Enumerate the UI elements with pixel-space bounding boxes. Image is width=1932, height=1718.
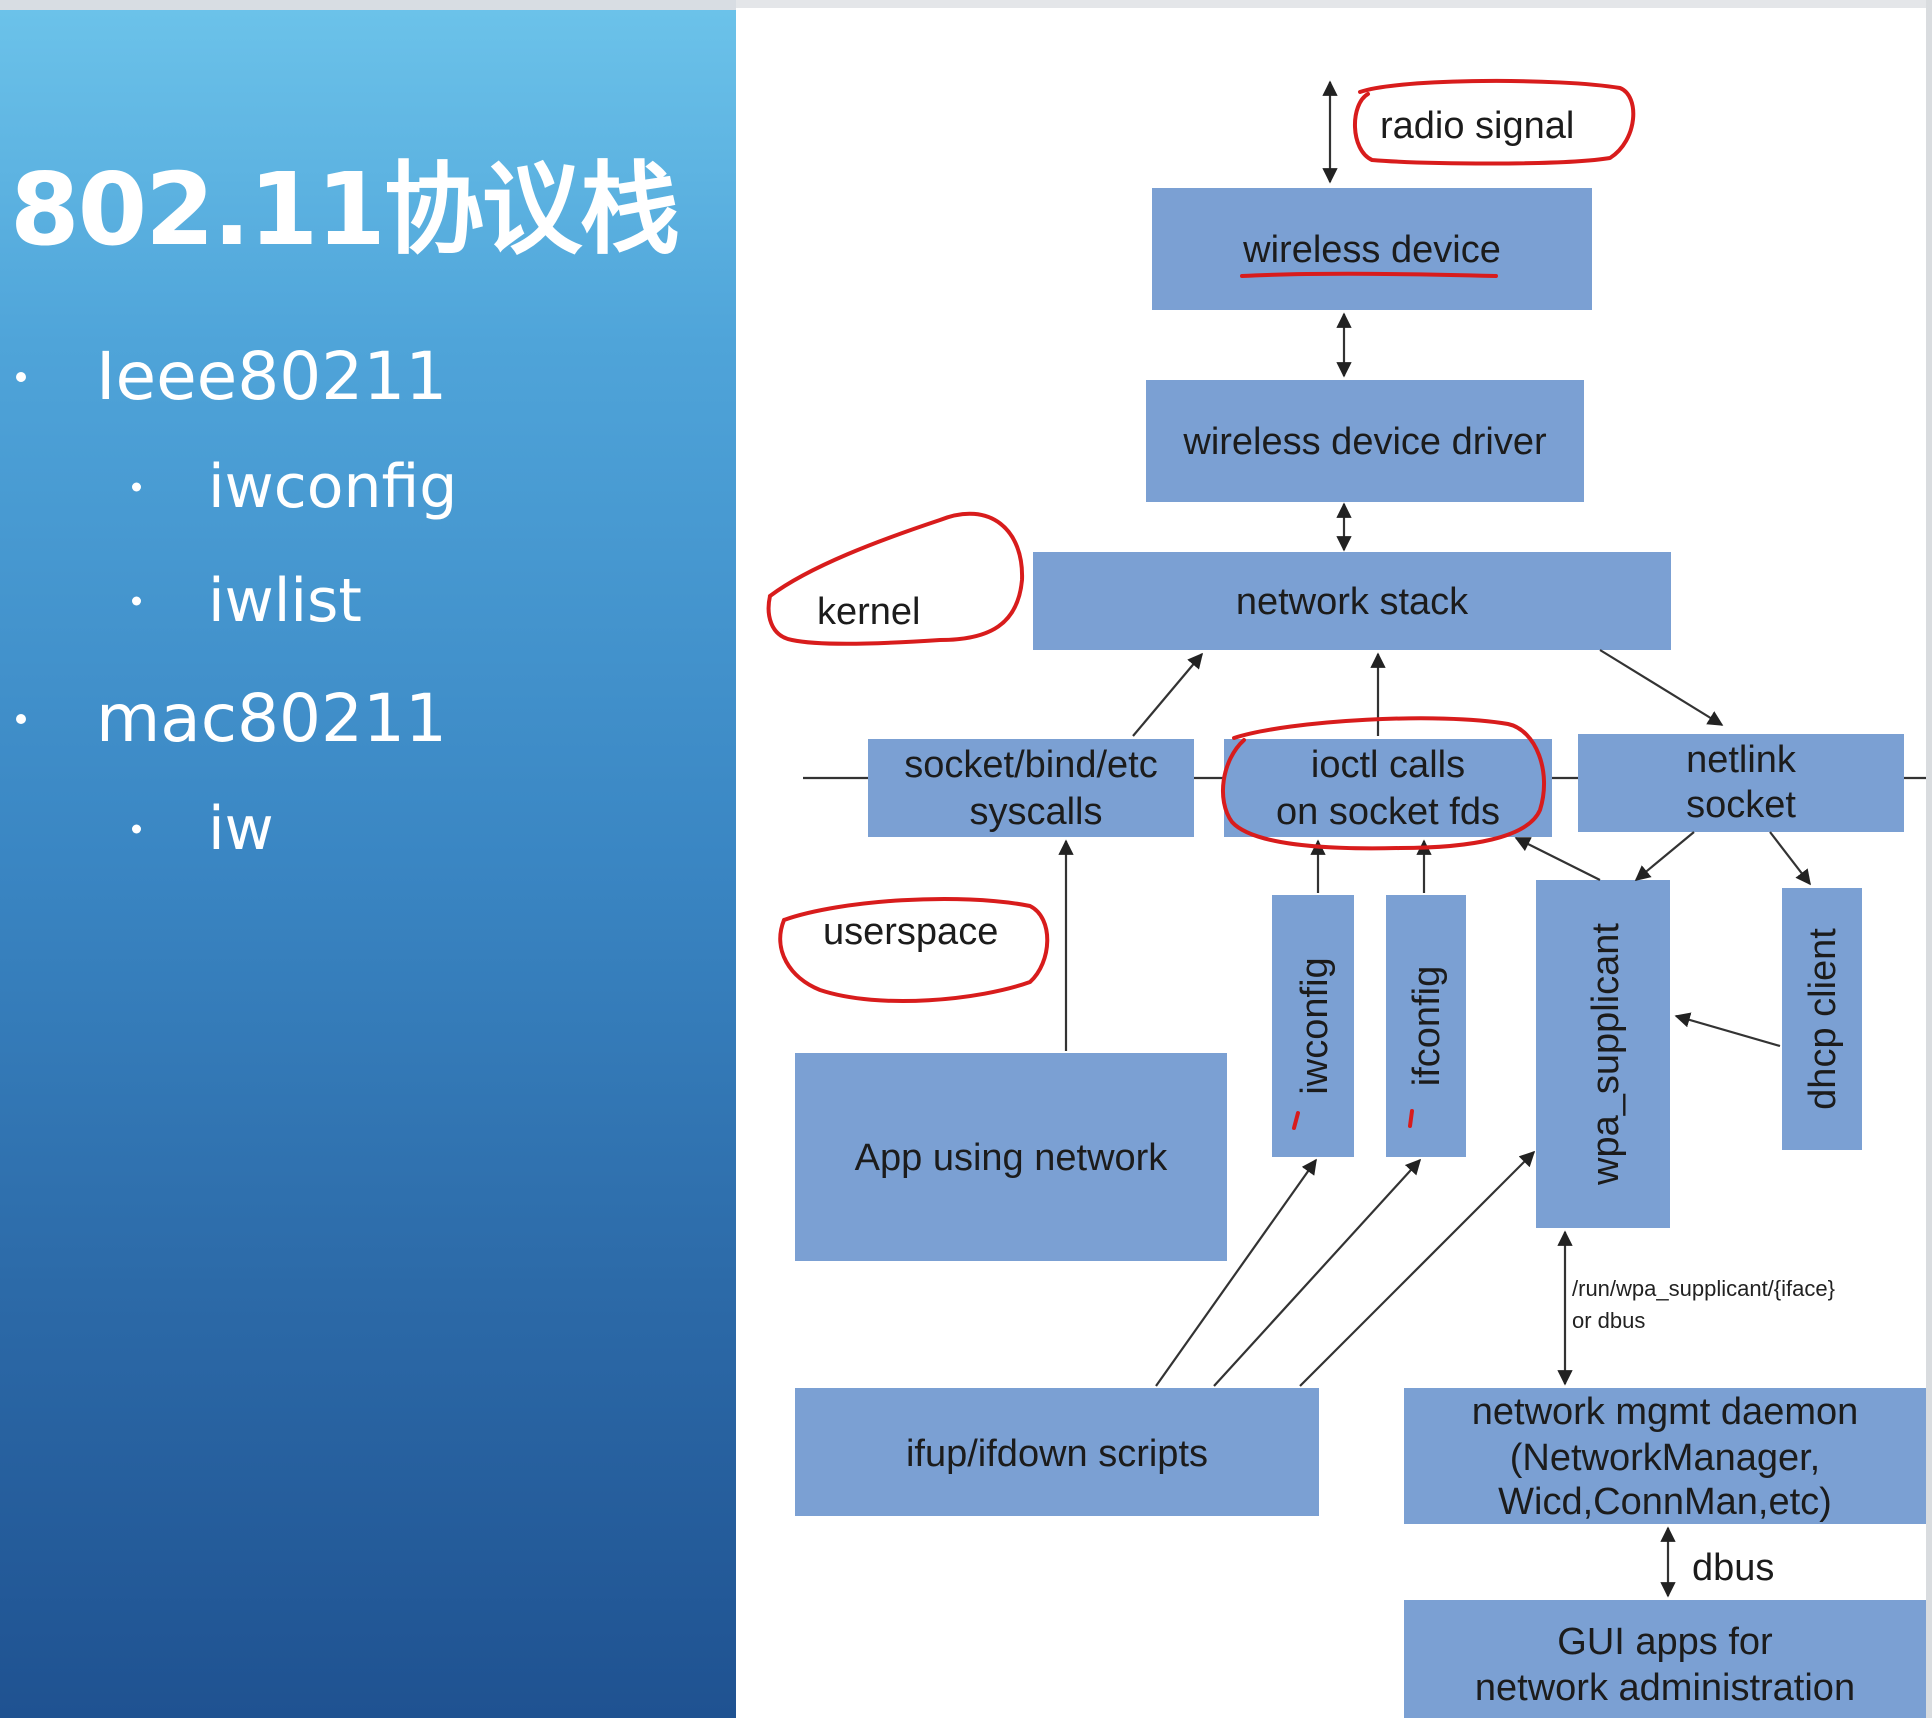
wireless-device-label: wireless device [1242,229,1501,271]
path-note-line2: or dbus [1572,1308,1645,1333]
ifup-ifdown-label: ifup/ifdown scripts [906,1433,1208,1475]
ioctl-calls-label-line1: ioctl calls [1311,744,1465,786]
netlink-dhcp-arrow [1769,831,1811,886]
ioctl-calls-label-line2: on socket fds [1276,791,1500,833]
wireless-device-driver-label: wireless device driver [1182,421,1547,463]
gui-apps-label-line2: network administration [1475,1667,1855,1709]
mgmt-daemon-label-line2: (NetworkManager, [1510,1437,1820,1479]
iwconfig-label: iwconfig [1294,957,1336,1094]
radio-signal-label: radio signal [1380,105,1574,147]
mgmt-daemon-label-line3: Wicd,ConnMan,etc) [1498,1481,1832,1523]
socket-syscalls-label-line1: socket/bind/etc [904,744,1157,786]
wifi-stack-diagram: wireless device wireless device driver n… [766,78,1926,1718]
wpa-ioctl-arrow [1514,837,1601,881]
kernel-label: kernel [817,591,921,633]
mgmt-daemon-label-line1: network mgmt daemon [1472,1391,1859,1433]
wpa-supplicant-label: wpa_supplicant [1585,923,1627,1186]
netlink-socket-label-line2: socket [1686,784,1796,826]
netlink-socket-label-line1: netlink [1686,739,1797,781]
ifconfig-label: ifconfig [1406,966,1448,1086]
wireless-device-underline-annotation [1240,271,1498,278]
gui-apps-label-line1: GUI apps for [1557,1621,1773,1663]
ifup-ifconfig-arrow [1213,1158,1422,1387]
socket-syscalls-label-line2: syscalls [969,791,1102,833]
dhcp-client-label: dhcp client [1802,928,1844,1110]
dbus-label: dbus [1692,1547,1774,1589]
syscalls-stack-arrow [1132,652,1203,737]
dhcp-wpa-arrow [1674,1012,1781,1048]
app-using-network-label: App using network [855,1137,1169,1179]
userspace-label: userspace [823,911,998,953]
netlink-wpa-arrow [1634,831,1695,881]
ifconfig-mark-annotation [1408,1109,1414,1128]
path-note-line1: /run/wpa_supplicant/{iface} [1572,1276,1835,1301]
network-stack-label: network stack [1236,581,1469,623]
stack-netlink-arrow [1599,649,1724,726]
ifup-wpa-arrow [1299,1150,1536,1387]
